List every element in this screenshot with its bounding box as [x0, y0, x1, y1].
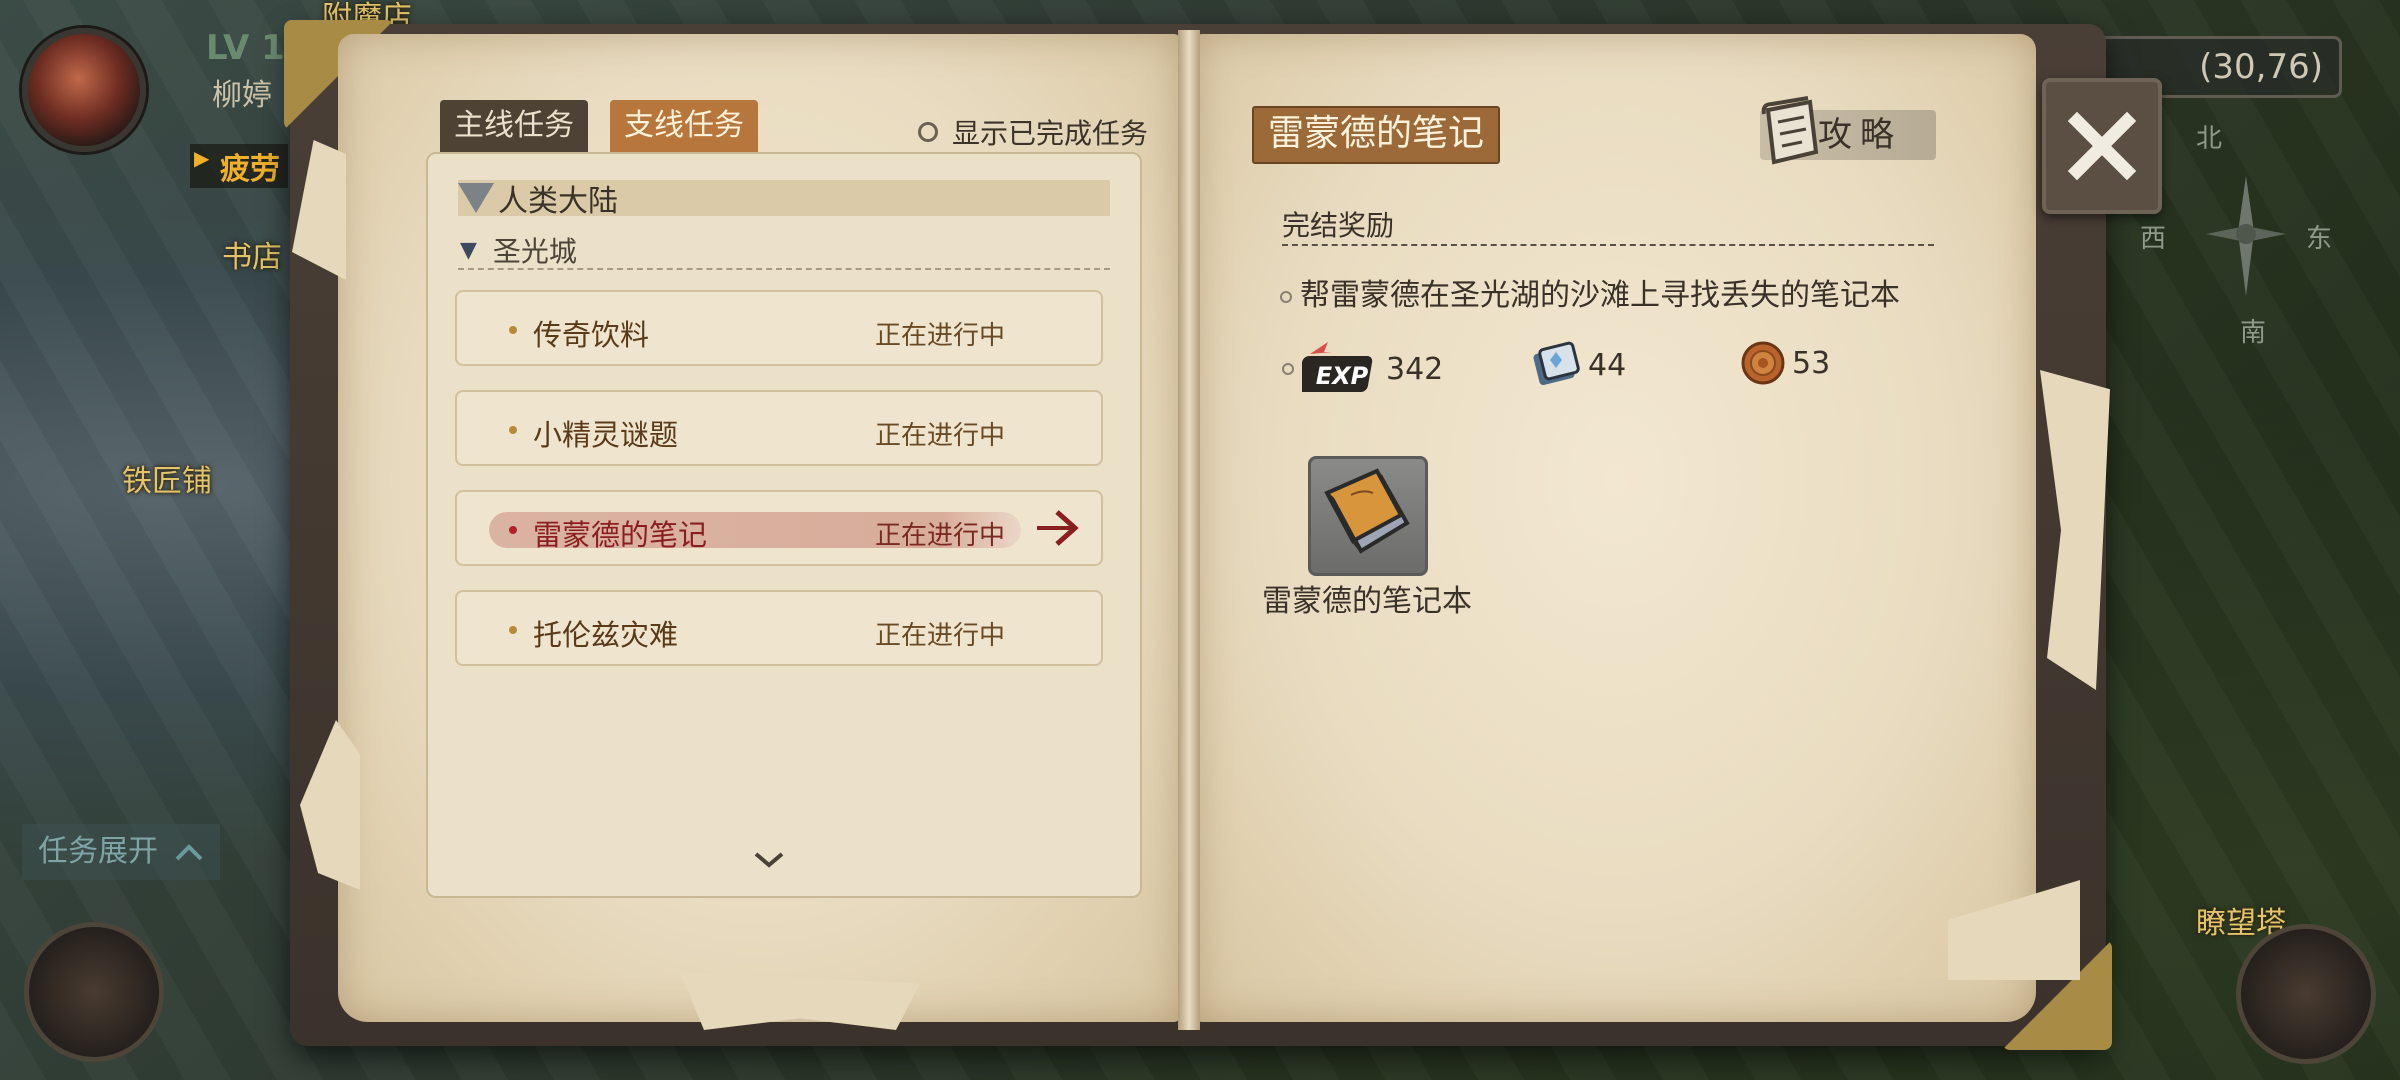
compass-north: 北 [2196, 124, 2223, 154]
arrow-right-icon [1037, 510, 1079, 546]
task-expand-label: 任务展开 [38, 834, 158, 869]
player-name: 柳婷 [212, 78, 272, 113]
chevron-down-icon[interactable] [752, 850, 786, 870]
bullet-icon [1282, 363, 1294, 375]
quest-status: 正在进行中 [875, 621, 1006, 651]
map-label-blacksmith[interactable]: 铁匠铺 [122, 456, 212, 500]
show-completed-label: 显示已完成任务 [952, 117, 1149, 150]
bullet-icon [1280, 290, 1292, 303]
collapse-triangle-icon [458, 183, 494, 213]
player-level: LV 1 [206, 28, 285, 68]
quest-status: 正在进行中 [875, 521, 1006, 551]
quest-name: 小精灵谜题 [533, 418, 679, 452]
triangle-down-icon: ▼ [460, 237, 477, 263]
reward-value: 342 [1386, 351, 1444, 387]
chevron-up-icon [175, 844, 203, 861]
player-avatar[interactable] [22, 28, 146, 152]
close-icon [2067, 111, 2137, 181]
quest-item-elf-riddle[interactable]: 小精灵谜题 正在进行中 [455, 390, 1103, 466]
reward-item-name: 雷蒙德的笔记本 [1262, 584, 1472, 619]
quest-name: 传奇饮料 [533, 318, 650, 352]
pet-button[interactable] [24, 922, 164, 1062]
quest-name: 雷蒙德的笔记 [533, 518, 708, 552]
reward-value: 44 [1588, 347, 1627, 383]
reward-exp: EXP 342 [1282, 340, 1443, 398]
fatigue-badge: 疲劳 [190, 144, 288, 188]
quest-item-torrenz-disaster[interactable]: 托伦兹灾难 正在进行中 [455, 590, 1103, 666]
quest-detail-title: 雷蒙德的笔记 [1252, 106, 1501, 164]
compass-south: 南 [2240, 318, 2267, 348]
quest-status: 正在进行中 [875, 421, 1006, 451]
objective-text: 帮雷蒙德在圣光湖的沙滩上寻找丢失的笔记本 [1300, 278, 1900, 313]
tab-main-quests[interactable]: 主线任务 [440, 100, 588, 152]
tab-side-quests[interactable]: 支线任务 [610, 100, 758, 152]
building-button[interactable] [2236, 924, 2376, 1064]
quest-name: 托伦兹灾难 [533, 618, 679, 652]
region-name: 人类大陆 [498, 184, 618, 219]
compass-icon [2206, 176, 2286, 296]
radio-button[interactable] [918, 122, 938, 142]
exp-icon: EXP [1302, 342, 1373, 392]
compass-west: 西 [2140, 224, 2167, 254]
quest-item-raymond-notes[interactable]: 雷蒙德的笔记 正在进行中 [455, 490, 1103, 566]
bullet-dot-icon [509, 626, 517, 634]
reward-crystal-card: 44 [1530, 340, 1626, 390]
bullet-dot-icon [509, 526, 517, 534]
close-button[interactable] [2042, 78, 2162, 214]
scroll-icon [1761, 96, 1819, 165]
compass-east: 东 [2306, 224, 2333, 254]
quest-objective: 帮雷蒙德在圣光湖的沙滩上寻找丢失的笔记本 [1280, 270, 1900, 314]
crystal-card-icon [1533, 341, 1580, 386]
bullet-dot-icon [509, 326, 517, 334]
reward-value: 53 [1792, 345, 1831, 381]
task-expand-button[interactable]: 任务展开 [22, 824, 220, 880]
city-header[interactable]: ▼ 圣光城 [458, 232, 1110, 270]
quest-status: 正在进行中 [875, 321, 1006, 351]
city-name: 圣光城 [492, 235, 577, 268]
region-header[interactable]: 人类大陆 [458, 180, 1110, 219]
quest-item-legendary-drink[interactable]: 传奇饮料 正在进行中 [455, 290, 1103, 366]
guide-label: 攻略 [1818, 115, 1902, 155]
bullet-dot-icon [509, 426, 517, 434]
coin-icon [1741, 341, 1785, 385]
exp-label: EXP [1316, 362, 1369, 390]
book-spine [1178, 30, 1200, 1030]
notebook-icon [1324, 468, 1410, 554]
reward-section-title: 完结奖励 [1282, 209, 1395, 242]
reward-coin: 53 [1740, 340, 1830, 386]
reward-item-slot[interactable] [1308, 456, 1428, 576]
show-completed-toggle[interactable]: 显示已完成任务 [918, 112, 1148, 152]
map-label-bookstore[interactable]: 书店 [222, 232, 282, 276]
divider [1282, 244, 1934, 246]
